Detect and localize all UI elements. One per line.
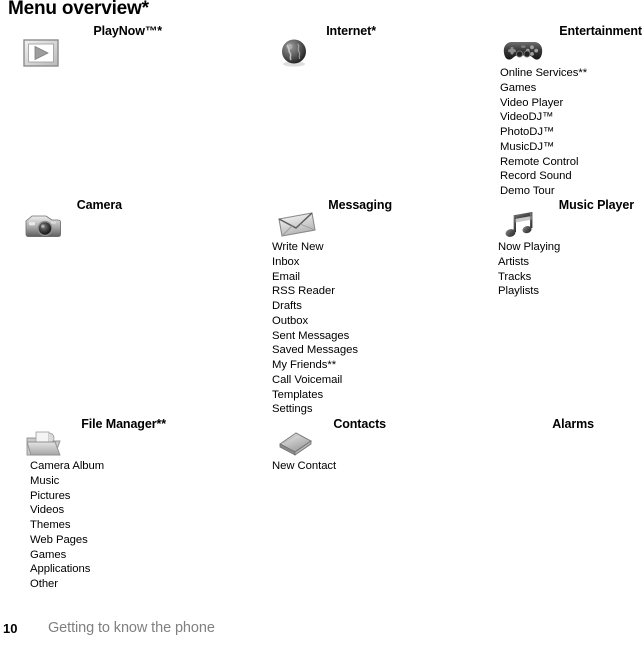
- menu-block-title-messaging: Messaging: [328, 198, 392, 212]
- footer-page-number: 10: [3, 621, 18, 636]
- menu-list-item[interactable]: Settings: [272, 402, 392, 417]
- menu-block-header: Internet*: [262, 24, 376, 70]
- menu-list-item[interactable]: Music: [30, 474, 166, 489]
- menu-block-title-contacts: Contacts: [333, 417, 386, 431]
- globe-icon: [276, 36, 320, 72]
- menu-list-item[interactable]: Outbox: [272, 314, 392, 329]
- menu-list-item[interactable]: Write New: [272, 240, 392, 255]
- menu-block-file-manager[interactable]: File Manager** Camera Album Music Pictures…: [8, 417, 166, 596]
- menu-list-item[interactable]: Inbox: [272, 255, 392, 270]
- menu-block-title-playnow: PlayNow™*: [93, 24, 162, 38]
- menu-block-header: Contacts: [262, 417, 386, 463]
- menu-list-item[interactable]: Artists: [498, 255, 634, 270]
- menu-block-title-entertainment: Entertainment: [559, 24, 642, 38]
- menu-list-item[interactable]: Saved Messages: [272, 343, 392, 358]
- menu-list-item[interactable]: Themes: [30, 518, 166, 533]
- menu-list-item[interactable]: Camera Album: [30, 459, 166, 474]
- menu-list-item[interactable]: Now Playing: [498, 240, 634, 255]
- menu-block-playnow[interactable]: PlayNow™*: [8, 24, 162, 70]
- menu-list-item[interactable]: Pictures: [30, 489, 166, 504]
- menu-block-title-internet: Internet*: [326, 24, 376, 38]
- menu-block-list-music-player: Now Playing Artists Tracks Playlists: [488, 240, 634, 299]
- menu-list-item[interactable]: Sent Messages: [272, 329, 392, 344]
- menu-list-item[interactable]: Templates: [272, 388, 392, 403]
- menu-block-title-music-player: Music Player: [558, 198, 634, 212]
- menu-list-item[interactable]: New Contact: [272, 459, 386, 474]
- menu-list-item[interactable]: Videos: [30, 503, 166, 518]
- menu-list-item[interactable]: Web Pages: [30, 533, 166, 548]
- menu-list-item[interactable]: Demo Tour: [500, 184, 642, 199]
- menu-block-list-messaging: Write New Inbox Email RSS Reader Drafts Outbo…: [262, 240, 392, 417]
- menu-list-item[interactable]: Record Sound: [500, 169, 642, 184]
- menu-block-camera[interactable]: Camera: [8, 198, 122, 244]
- menu-block-list-file-manager: Camera Album Music Pictures Videos Themes Web…: [8, 459, 166, 592]
- menu-list-item[interactable]: Tracks: [498, 270, 634, 285]
- menu-list-item[interactable]: Call Voicemail: [272, 373, 392, 388]
- menu-block-music-player[interactable]: Music Player Now Playing Artists Tracks P: [488, 198, 634, 303]
- menu-list-item[interactable]: My Friends**: [272, 358, 392, 373]
- menu-block-header: File Manager**: [8, 417, 166, 463]
- menu-list-item[interactable]: RSS Reader: [272, 284, 392, 299]
- menu-block-title-camera: Camera: [76, 198, 122, 212]
- menu-list-item[interactable]: VideoDJ™: [500, 110, 642, 125]
- menu-list-item[interactable]: Games: [30, 548, 166, 563]
- menu-list-item[interactable]: Games: [500, 81, 642, 96]
- menu-block-list-entertainment: Online Services** Games Video Player VideoD…: [488, 66, 642, 199]
- menu-list-item[interactable]: Other: [30, 577, 166, 592]
- menu-block-title-file-manager: File Manager**: [81, 417, 166, 431]
- menu-list-item[interactable]: Drafts: [272, 299, 392, 314]
- menu-block-messaging[interactable]: Messaging Write New Inbox Email RSS Reader D…: [262, 198, 392, 421]
- page-footer: 10 Getting to know the phone: [0, 613, 642, 653]
- menu-block-contacts[interactable]: Contacts New Contact: [262, 417, 386, 478]
- menu-list-item[interactable]: Email: [272, 270, 392, 285]
- menu-block-header: Entertainment: [488, 24, 642, 70]
- menu-list-item[interactable]: Applications: [30, 562, 166, 577]
- menu-list-item[interactable]: Online Services**: [500, 66, 642, 81]
- menu-block-header: Camera: [8, 198, 122, 244]
- menu-block-alarms[interactable]: Alarms: [488, 417, 594, 463]
- menu-block-internet[interactable]: Internet*: [262, 24, 376, 70]
- page-title: Menu overview*: [8, 0, 149, 19]
- playnow-icon: [22, 36, 66, 72]
- menu-block-entertainment[interactable]: Entertainment Online Services** Games Vi…: [488, 24, 642, 203]
- menu-list-item[interactable]: Video Player: [500, 96, 642, 111]
- menu-block-list-contacts: New Contact: [262, 459, 386, 474]
- menu-list-item[interactable]: Remote Control: [500, 155, 642, 170]
- menu-block-title-alarms: Alarms: [552, 417, 594, 431]
- camera-icon: [22, 210, 66, 246]
- menu-block-header: Messaging: [262, 198, 392, 244]
- menu-block-header: Music Player: [488, 198, 634, 244]
- menu-block-header: Alarms: [488, 417, 594, 463]
- menu-block-header: PlayNow™*: [8, 24, 162, 70]
- menu-list-item[interactable]: Playlists: [498, 284, 634, 299]
- menu-list-item[interactable]: MusicDJ™: [500, 140, 642, 155]
- footer-section-title: Getting to know the phone: [48, 620, 215, 636]
- menu-list-item[interactable]: PhotoDJ™: [500, 125, 642, 140]
